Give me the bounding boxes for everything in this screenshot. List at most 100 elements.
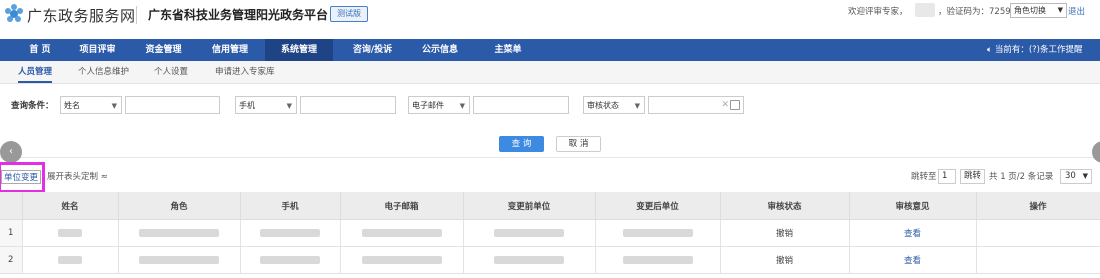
page-number-input[interactable]: 1: [938, 169, 956, 184]
subnav-item-apply-expert[interactable]: 申请进入专家库: [215, 61, 275, 83]
query-field-2-input[interactable]: [300, 96, 396, 114]
nav-item-system[interactable]: 系统管理: [265, 39, 333, 61]
redacted-text: [361, 255, 442, 264]
cell-unit-before: [463, 246, 596, 274]
query-field-4-select[interactable]: 审核状态 ▼: [583, 96, 645, 114]
query-field-1-input[interactable]: [125, 96, 220, 114]
calendar-icon[interactable]: [730, 100, 740, 110]
section-divider: [0, 157, 1100, 158]
chevron-down-icon: ▼: [459, 102, 465, 110]
query-field-4-input[interactable]: ✕: [648, 96, 744, 114]
subnav-item-personnel[interactable]: 人员管理: [18, 61, 53, 83]
cell-phone: [240, 219, 341, 247]
redacted-text: [260, 228, 320, 237]
cell-phone: [240, 246, 341, 274]
query-field-2-select[interactable]: 手机 ▼: [235, 96, 297, 114]
cell-status: 撤销: [720, 246, 850, 274]
column-header-actions[interactable]: 操作: [976, 192, 1100, 220]
expand-columns-link[interactable]: 展开表头定制 ≈: [47, 170, 108, 182]
subnav-item-profile[interactable]: 个人信息维护: [78, 61, 129, 83]
query-field-4-select-label: 审核状态: [587, 101, 619, 110]
page-size-value: 30: [1065, 171, 1076, 181]
nav-item-consult[interactable]: 咨询/投诉: [340, 39, 405, 61]
column-header-phone[interactable]: 手机: [240, 192, 341, 220]
page-info: 共 1 页/2 条记录: [989, 172, 1054, 182]
site-name[interactable]: 广东政务服务网: [27, 5, 136, 26]
chevron-down-icon: ▼: [286, 102, 292, 110]
cell-unit-after: [595, 246, 721, 274]
subnav-item-settings[interactable]: 个人设置: [154, 61, 188, 83]
cell-opinion: 查看: [849, 219, 977, 247]
sub-nav: 人员管理 个人信息维护 个人设置 申请进入专家库: [0, 61, 1100, 84]
column-header-email[interactable]: 电子邮箱: [340, 192, 464, 220]
query-field-2-select-label: 手机: [239, 101, 255, 110]
column-header-opinion[interactable]: 审核意见: [849, 192, 977, 220]
welcome-text: 欢迎评审专家，: [848, 7, 908, 17]
redacted-text: [622, 228, 693, 237]
nav-item-main-menu[interactable]: 主菜单: [478, 39, 538, 61]
query-field-3-input[interactable]: [473, 96, 569, 114]
redacted-text: [58, 255, 82, 264]
query-field-1-select[interactable]: 姓名 ▼: [60, 96, 122, 114]
column-header-unit-after[interactable]: 变更后单位: [595, 192, 721, 220]
cell-name: [22, 246, 119, 274]
cell-unit-after: [595, 219, 721, 247]
role-switch-select[interactable]: 角色切换 ▼: [1010, 3, 1067, 18]
cell-unit-before: [463, 219, 596, 247]
table-row[interactable]: 1 撤销 查看: [0, 219, 1100, 247]
query-field-3-select[interactable]: 电子邮件 ▼: [408, 96, 470, 114]
cancel-button[interactable]: 取 消: [556, 136, 601, 152]
redacted-text: [58, 228, 82, 237]
work-reminder-text: 当前有：(?)条工作提醒: [994, 45, 1083, 55]
top-header: 广东政务服务网 广东省科技业务管理阳光政务平台 测试版 欢迎评审专家， ，验证码…: [0, 0, 1100, 36]
chevron-down-icon: ▼: [1057, 6, 1063, 14]
work-reminder-notice[interactable]: 🔈︎ 当前有：(?)条工作提醒: [987, 39, 1082, 61]
column-header-name[interactable]: 姓名: [22, 192, 119, 220]
query-field-3-select-label: 电子邮件: [412, 101, 444, 110]
view-link[interactable]: 查看: [904, 229, 921, 239]
cell-role: [118, 246, 241, 274]
table-row[interactable]: 2 撤销 查看: [0, 246, 1100, 274]
cell-email: [340, 219, 464, 247]
cell-opinion: 查看: [849, 246, 977, 274]
cell-email: [340, 246, 464, 274]
chevron-down-icon: ▼: [634, 102, 640, 110]
column-header-status[interactable]: 审核状态: [720, 192, 850, 220]
chevron-right-icon[interactable]: [1092, 141, 1100, 163]
redacted-text: [622, 255, 693, 264]
unit-change-button[interactable]: 单位变更: [1, 170, 41, 184]
chevron-down-icon: ▼: [1082, 172, 1088, 180]
cell-status: 撤销: [720, 219, 850, 247]
nav-item-home[interactable]: 首 页: [20, 39, 60, 61]
redacted-text: [494, 255, 564, 264]
header-divider: [136, 6, 137, 24]
column-header-index: [0, 192, 23, 220]
speaker-icon: 🔈︎: [987, 45, 993, 55]
column-header-role[interactable]: 角色: [118, 192, 241, 220]
page-size-select[interactable]: 30 ▼: [1060, 169, 1092, 184]
logout-link[interactable]: 退出: [1068, 5, 1085, 17]
cell-actions: [976, 246, 1100, 274]
role-switch-label: 角色切换: [1014, 6, 1046, 15]
redacted-text: [260, 255, 320, 264]
search-button[interactable]: 查 询: [499, 136, 544, 152]
cell-role: [118, 219, 241, 247]
chevron-left-icon[interactable]: ‹: [0, 141, 22, 163]
nav-item-public[interactable]: 公示信息: [410, 39, 470, 61]
platform-title: 广东省科技业务管理阳光政务平台: [148, 8, 329, 22]
cell-name: [22, 219, 119, 247]
redacted-text: [139, 255, 219, 264]
nav-item-funds[interactable]: 资金管理: [136, 39, 191, 61]
row-index: 2: [0, 246, 23, 274]
cell-actions: [976, 219, 1100, 247]
jump-button[interactable]: 跳转: [960, 169, 985, 184]
clear-icon[interactable]: ✕: [721, 100, 729, 110]
jump-to-label: 跳转至: [911, 172, 937, 182]
redacted-text: [361, 228, 442, 237]
nav-item-review[interactable]: 项目评审: [70, 39, 125, 61]
table-header-row: 姓名 角色 手机 电子邮箱 变更前单位 变更后单位 审核状态 审核意见 操作: [0, 192, 1100, 220]
view-link[interactable]: 查看: [904, 256, 921, 266]
nav-item-credit[interactable]: 信用管理: [200, 39, 260, 61]
redacted-text: [139, 228, 219, 237]
column-header-unit-before[interactable]: 变更前单位: [463, 192, 596, 220]
